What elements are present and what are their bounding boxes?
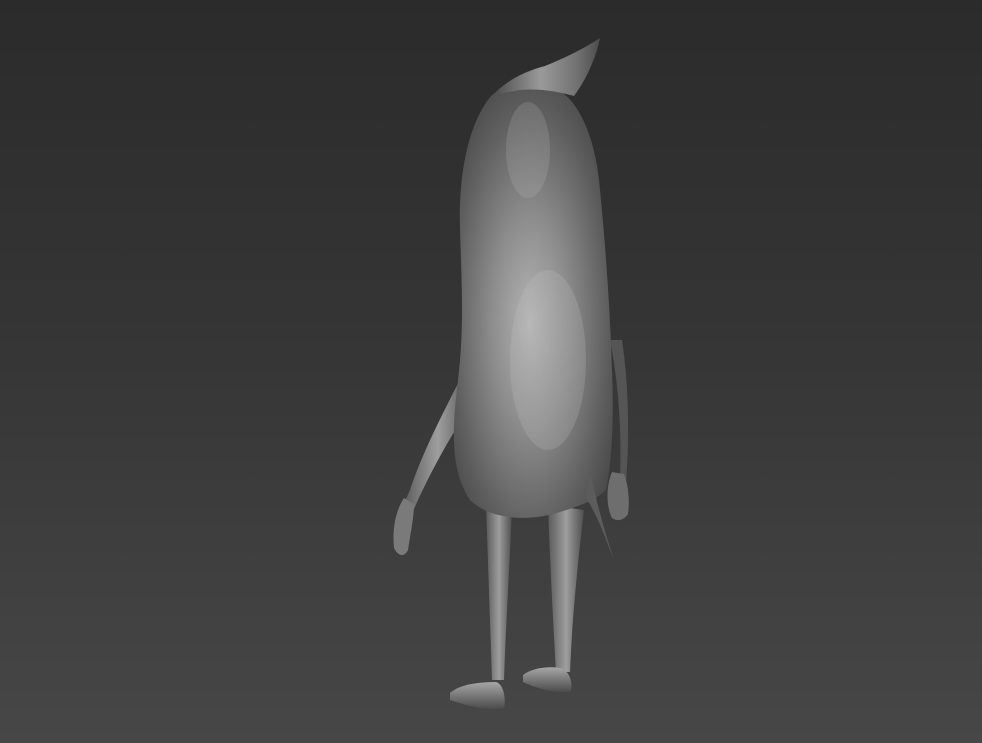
left-hand <box>393 498 414 556</box>
right-foot <box>523 667 572 693</box>
left-leg <box>486 505 512 680</box>
right-hand <box>607 472 629 521</box>
head-crest <box>492 38 600 96</box>
creature-3d-model[interactable] <box>0 0 982 743</box>
body-highlight <box>510 270 586 450</box>
right-leg <box>548 505 584 672</box>
left-foot <box>450 682 505 710</box>
3d-viewport[interactable] <box>0 0 982 743</box>
head-highlight <box>506 102 550 198</box>
